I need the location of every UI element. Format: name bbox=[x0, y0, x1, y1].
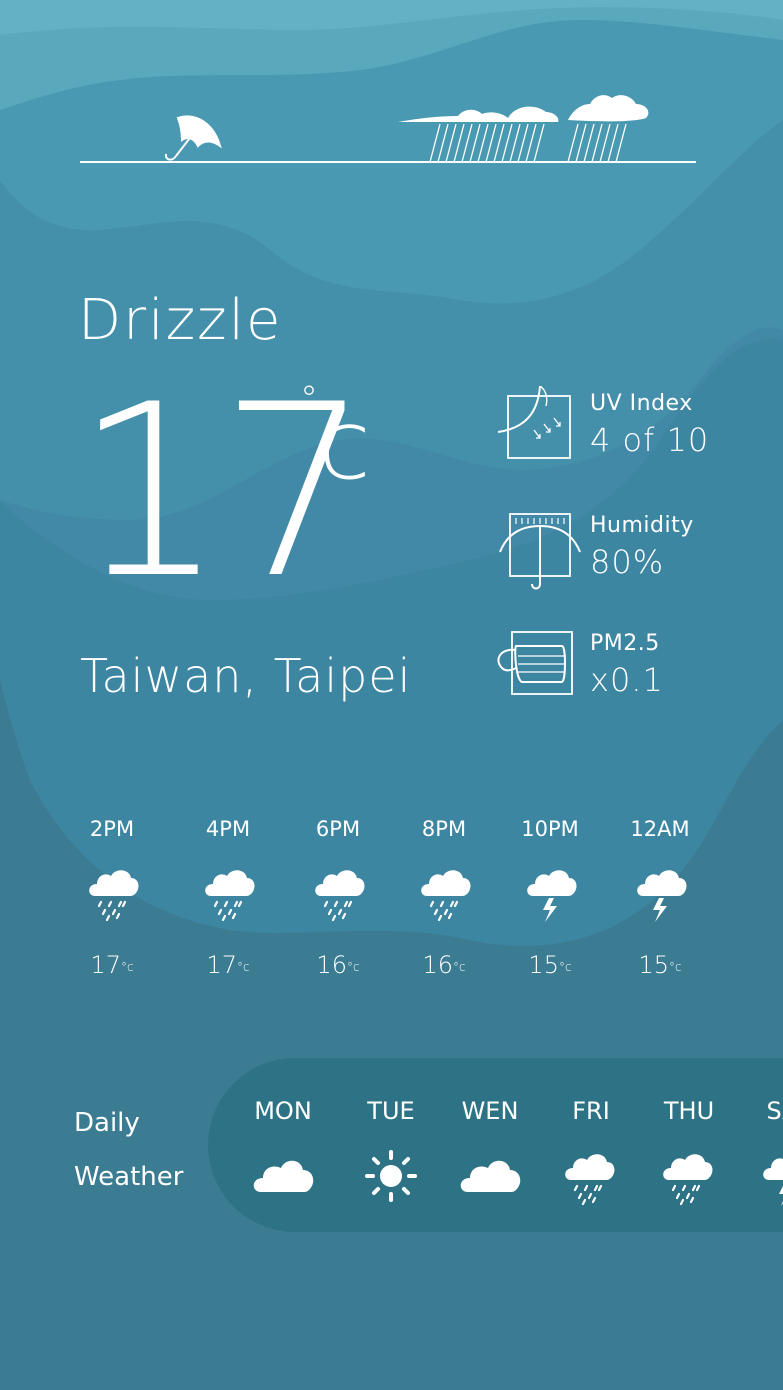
day-name: TUE bbox=[367, 1097, 415, 1125]
degree-symbol: ° bbox=[300, 379, 318, 420]
cloud-icon bbox=[460, 1160, 521, 1192]
location-label: Taiwan, Taipei bbox=[80, 649, 412, 703]
rain-cloud-icon bbox=[565, 1154, 615, 1206]
temperature-unit: ° c bbox=[296, 380, 396, 510]
hourly-item[interactable]: 10PM 15°c bbox=[494, 812, 606, 992]
humidity-label: Humidity bbox=[590, 513, 694, 538]
daily-title-line2: Weather bbox=[74, 1162, 184, 1192]
day-name: WEN bbox=[461, 1097, 519, 1125]
hourly-item[interactable]: 2PM 17°c bbox=[56, 812, 168, 992]
hourly-item[interactable]: 4PM 17°c bbox=[172, 812, 284, 992]
daily-item[interactable]: SAT bbox=[740, 1094, 783, 1224]
hour-time: 8PM bbox=[421, 817, 467, 841]
uv-index-value: 4 of 10 bbox=[590, 421, 710, 459]
rain-cloud-icon bbox=[89, 870, 139, 922]
daily-item[interactable]: MON bbox=[234, 1094, 332, 1224]
weather-condition: Drizzle bbox=[78, 288, 283, 353]
hour-time: 2PM bbox=[89, 817, 135, 841]
thunder-cloud-icon bbox=[527, 870, 577, 922]
rain-cloud-icon bbox=[315, 870, 365, 922]
hour-time: 12AM bbox=[630, 817, 690, 841]
hour-time: 10PM bbox=[521, 817, 579, 841]
hourly-item[interactable]: 8PM 16°c bbox=[388, 812, 500, 992]
daily-item[interactable]: THU bbox=[640, 1094, 738, 1224]
stat-pm25: PM2.5 x0.1 bbox=[496, 626, 776, 710]
uv-index-icon bbox=[497, 386, 571, 459]
face-mask-icon bbox=[497, 631, 573, 695]
rain-cloud-icon bbox=[205, 870, 255, 922]
hour-temperature: 16°c bbox=[422, 951, 466, 979]
stat-humidity: Humidity 80% bbox=[496, 508, 776, 592]
humidity-umbrella-icon bbox=[499, 513, 581, 590]
day-name: MON bbox=[254, 1097, 312, 1125]
weather-app: Drizzle 17 ° c Taiwan, Taipei UV Index 4… bbox=[0, 0, 783, 1390]
rain-cloud-icon bbox=[421, 870, 471, 922]
pm25-label: PM2.5 bbox=[590, 631, 660, 656]
celsius-unit: c bbox=[318, 389, 371, 501]
pm25-value: x0.1 bbox=[590, 661, 664, 699]
rain-cloud-icon bbox=[663, 1154, 713, 1206]
sun-icon bbox=[365, 1150, 417, 1202]
daily-weather-title: Daily Weather bbox=[74, 1096, 214, 1204]
uv-index-label: UV Index bbox=[590, 391, 693, 416]
stat-uv-index: UV Index 4 of 10 bbox=[496, 386, 776, 470]
daily-forecast-panel[interactable]: MON TUE WEN FRI THU S bbox=[208, 1058, 783, 1232]
hourly-forecast: 2PM 17°c 4PM 17°c 6PM 16°c 8PM 16°c 10PM… bbox=[56, 812, 746, 992]
day-name: FRI bbox=[572, 1097, 610, 1125]
cloud-icon bbox=[253, 1160, 314, 1192]
daily-title-line1: Daily bbox=[74, 1108, 140, 1138]
day-name: THU bbox=[663, 1097, 715, 1125]
hour-time: 4PM bbox=[205, 817, 251, 841]
thunder-cloud-icon bbox=[637, 870, 687, 922]
hourly-item[interactable]: 6PM 16°c bbox=[282, 812, 394, 992]
hour-time: 6PM bbox=[315, 817, 361, 841]
daily-item[interactable]: FRI bbox=[542, 1094, 640, 1224]
hour-temperature: 17°c bbox=[90, 951, 134, 979]
hour-temperature: 15°c bbox=[638, 951, 682, 979]
daily-item[interactable]: WEN bbox=[441, 1094, 539, 1224]
humidity-value: 80% bbox=[590, 543, 665, 581]
thunder-cloud-icon bbox=[763, 1158, 783, 1206]
hour-temperature: 15°c bbox=[528, 951, 572, 979]
hourly-item[interactable]: 12AM 15°c bbox=[604, 812, 716, 992]
hour-temperature: 17°c bbox=[206, 951, 250, 979]
daily-item[interactable]: TUE bbox=[342, 1094, 440, 1224]
day-name: SAT bbox=[766, 1097, 783, 1125]
hour-temperature: 16°c bbox=[316, 951, 360, 979]
